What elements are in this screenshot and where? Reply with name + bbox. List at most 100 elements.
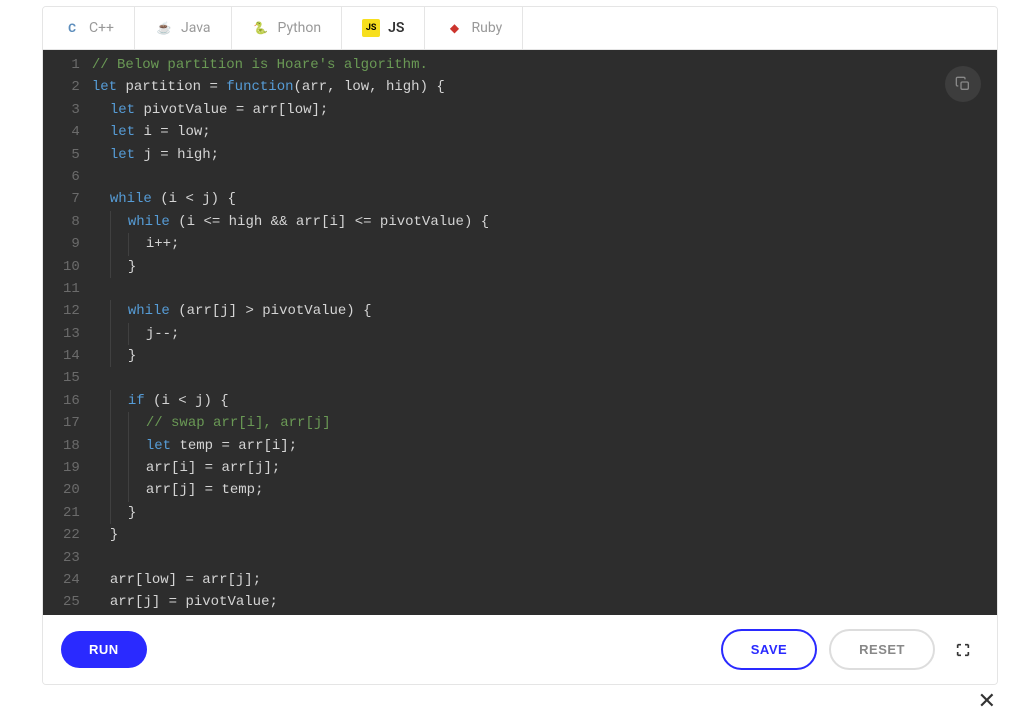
indent-guide bbox=[110, 479, 128, 501]
line-number-gutter: 1234567891011121314151617181920212223242… bbox=[43, 54, 92, 614]
indent-guide bbox=[92, 502, 110, 524]
token-punct bbox=[135, 99, 143, 121]
token-keyword: let bbox=[92, 76, 117, 98]
token-punct: ( bbox=[152, 188, 169, 210]
token-punct: && bbox=[262, 211, 296, 233]
indent-guide bbox=[92, 390, 110, 412]
token-keyword: let bbox=[110, 99, 135, 121]
tab-cpp[interactable]: CC++ bbox=[43, 7, 135, 49]
token-ident: arr bbox=[110, 569, 135, 591]
code-line[interactable] bbox=[92, 278, 985, 300]
token-punct: [ bbox=[247, 457, 255, 479]
token-punct: [ bbox=[171, 457, 179, 479]
code-line[interactable]: arr[j] = temp; bbox=[92, 479, 985, 501]
code-line[interactable]: i++; bbox=[92, 233, 985, 255]
copy-button[interactable] bbox=[945, 66, 981, 102]
tab-js[interactable]: JSJS bbox=[342, 7, 425, 49]
code-line[interactable]: let i = low; bbox=[92, 121, 985, 143]
token-punct: [ bbox=[135, 569, 143, 591]
token-ident: j bbox=[179, 479, 187, 501]
tab-python[interactable]: 🐍Python bbox=[232, 7, 343, 49]
tab-label: Ruby bbox=[471, 20, 502, 36]
code-line[interactable]: } bbox=[92, 345, 985, 367]
token-punct: = bbox=[152, 121, 177, 143]
token-punct: } bbox=[128, 502, 136, 524]
code-line[interactable]: } bbox=[92, 256, 985, 278]
indent-guide bbox=[110, 256, 128, 278]
java-icon: ☕ bbox=[155, 19, 173, 37]
token-punct: ) { bbox=[464, 211, 489, 233]
code-line[interactable]: // swap arr[i], arr[j] bbox=[92, 412, 985, 434]
tab-java[interactable]: ☕Java bbox=[135, 7, 232, 49]
token-punct: [ bbox=[227, 569, 235, 591]
token-punct: } bbox=[128, 345, 136, 367]
code-line[interactable]: arr[i] = arr[j]; bbox=[92, 457, 985, 479]
code-line[interactable]: } bbox=[92, 524, 985, 546]
indent-guide bbox=[128, 412, 146, 434]
line-number: 10 bbox=[63, 256, 80, 278]
indent-guide bbox=[110, 435, 128, 457]
save-button[interactable]: SAVE bbox=[721, 629, 817, 670]
line-number: 25 bbox=[63, 591, 80, 613]
token-punct: ] = bbox=[152, 591, 186, 613]
code-editor[interactable]: 1234567891011121314151617181920212223242… bbox=[43, 50, 997, 615]
indent-guide bbox=[92, 435, 110, 457]
run-button[interactable]: RUN bbox=[61, 631, 147, 668]
token-punct bbox=[135, 121, 143, 143]
code-line[interactable]: j--; bbox=[92, 323, 985, 345]
code-line[interactable]: } bbox=[92, 502, 985, 524]
token-keyword: let bbox=[110, 121, 135, 143]
indent-guide bbox=[110, 300, 128, 322]
code-line[interactable] bbox=[92, 367, 985, 389]
fullscreen-button[interactable] bbox=[947, 634, 979, 666]
token-ident: i bbox=[187, 211, 195, 233]
token-ident: i bbox=[169, 188, 177, 210]
token-ident: high bbox=[229, 211, 263, 233]
token-ident: arr bbox=[253, 99, 278, 121]
code-area[interactable]: // Below partition is Hoare's algorithm.… bbox=[92, 54, 997, 614]
token-punct: [ bbox=[135, 591, 143, 613]
token-punct: ]; bbox=[312, 99, 329, 121]
line-number: 6 bbox=[63, 166, 80, 188]
line-number: 20 bbox=[63, 479, 80, 501]
token-punct: [ bbox=[263, 435, 271, 457]
token-ident: high bbox=[386, 76, 420, 98]
code-line[interactable]: let pivotValue = arr[low]; bbox=[92, 99, 985, 121]
line-number: 8 bbox=[63, 211, 80, 233]
code-line[interactable]: let j = high; bbox=[92, 144, 985, 166]
indent-guide bbox=[92, 256, 110, 278]
code-line[interactable]: while (i < j) { bbox=[92, 188, 985, 210]
indent-guide bbox=[92, 144, 110, 166]
line-number: 1 bbox=[63, 54, 80, 76]
code-line[interactable]: let partition = function(arr, low, high)… bbox=[92, 76, 985, 98]
code-line[interactable]: while (i <= high && arr[i] <= pivotValue… bbox=[92, 211, 985, 233]
code-line[interactable]: while (arr[j] > pivotValue) { bbox=[92, 300, 985, 322]
token-punct: ( bbox=[170, 300, 187, 322]
indent-guide bbox=[92, 479, 110, 501]
token-punct: ; bbox=[211, 144, 219, 166]
token-punct: [ bbox=[278, 99, 286, 121]
token-punct: ] = bbox=[188, 457, 222, 479]
tab-ruby[interactable]: ◆Ruby bbox=[425, 7, 523, 49]
code-line[interactable]: if (i < j) { bbox=[92, 390, 985, 412]
line-number: 4 bbox=[63, 121, 80, 143]
token-comment: // Below partition is Hoare's algorithm. bbox=[92, 54, 428, 76]
code-line[interactable]: arr[low] = arr[j]; bbox=[92, 569, 985, 591]
close-icon[interactable]: ✕ bbox=[978, 689, 996, 714]
indent-guide bbox=[92, 412, 110, 434]
reset-button[interactable]: RESET bbox=[829, 629, 935, 670]
code-line[interactable] bbox=[92, 166, 985, 188]
line-number: 24 bbox=[63, 569, 80, 591]
token-ident: arr bbox=[221, 457, 246, 479]
indent-guide bbox=[128, 323, 146, 345]
line-number: 21 bbox=[63, 502, 80, 524]
line-number: 11 bbox=[63, 278, 80, 300]
code-line[interactable]: let temp = arr[i]; bbox=[92, 435, 985, 457]
code-line[interactable] bbox=[92, 547, 985, 569]
python-icon: 🐍 bbox=[252, 19, 270, 37]
indent-guide bbox=[110, 412, 128, 434]
code-line[interactable]: arr[j] = pivotValue; bbox=[92, 591, 985, 613]
token-ident: i bbox=[146, 233, 154, 255]
code-line[interactable]: // Below partition is Hoare's algorithm. bbox=[92, 54, 985, 76]
line-number: 18 bbox=[63, 435, 80, 457]
